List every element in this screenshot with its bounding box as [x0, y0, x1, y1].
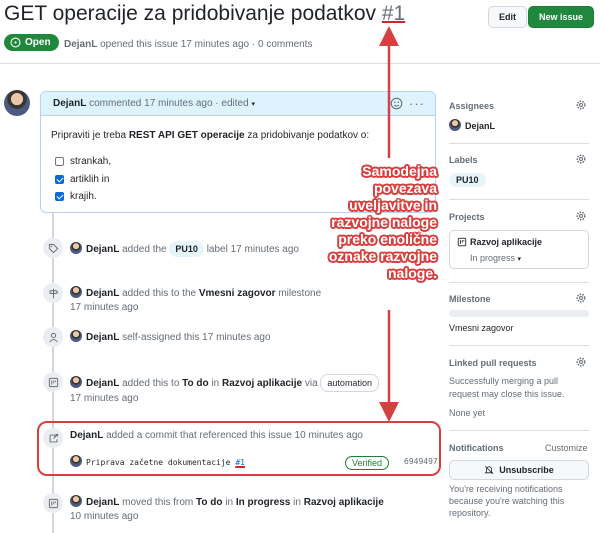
avatar[interactable]	[449, 119, 461, 131]
milestone-name[interactable]: Vmesni zagovor	[449, 323, 514, 333]
project-status-dropdown[interactable]: In progress ▾	[470, 253, 521, 263]
projects-heading: Projects	[449, 212, 485, 222]
annotation-text: Samodejna povezava uveljavitve in razvoj…	[328, 163, 437, 281]
divider	[449, 282, 589, 283]
notifications-heading: Notifications	[449, 443, 504, 453]
gear-icon[interactable]	[575, 356, 587, 368]
gear-icon[interactable]	[575, 99, 587, 111]
milestone-heading: Milestone	[449, 294, 491, 304]
divider	[449, 199, 589, 200]
divider	[449, 143, 589, 144]
notifications-text: repository.	[449, 508, 491, 518]
linked-prs-text: Successfully merging a pull	[449, 376, 559, 386]
linked-prs-text: request may close this issue.	[449, 389, 565, 399]
notifications-text: You're receiving notifications	[449, 484, 563, 494]
label-pill[interactable]: PU10	[449, 173, 486, 187]
assignees-heading: Assignees	[449, 101, 495, 111]
project-icon	[457, 237, 467, 247]
divider	[449, 345, 589, 346]
linked-prs-none: None yet	[449, 408, 486, 418]
unsubscribe-button[interactable]: Unsubscribe	[449, 460, 589, 480]
linked-prs-heading: Linked pull requests	[449, 358, 537, 368]
gear-icon[interactable]	[575, 210, 587, 222]
gear-icon[interactable]	[575, 153, 587, 165]
bell-slash-icon	[484, 465, 494, 475]
gear-icon[interactable]	[575, 292, 587, 304]
divider	[449, 430, 589, 431]
assignee-item[interactable]: DejanL	[449, 119, 495, 131]
notifications-text: because you're watching this	[449, 496, 565, 506]
milestone-progress-bar	[449, 310, 589, 317]
labels-heading: Labels	[449, 155, 478, 165]
project-card[interactable]: Razvoj aplikacije In progress ▾	[449, 230, 589, 269]
customize-link[interactable]: Customize	[545, 443, 588, 453]
project-name[interactable]: Razvoj aplikacije	[470, 237, 542, 247]
